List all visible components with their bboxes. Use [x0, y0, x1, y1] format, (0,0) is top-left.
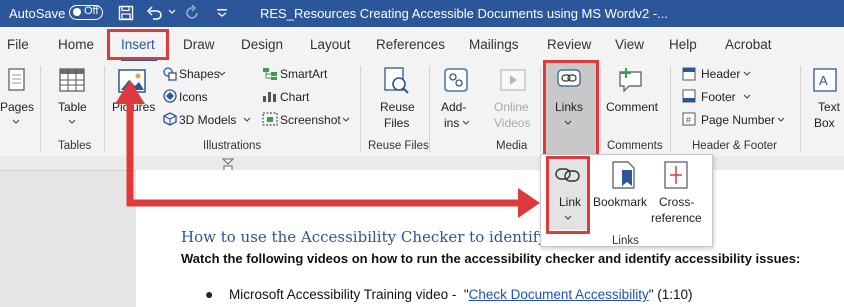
annotation-arrow	[115, 80, 540, 218]
